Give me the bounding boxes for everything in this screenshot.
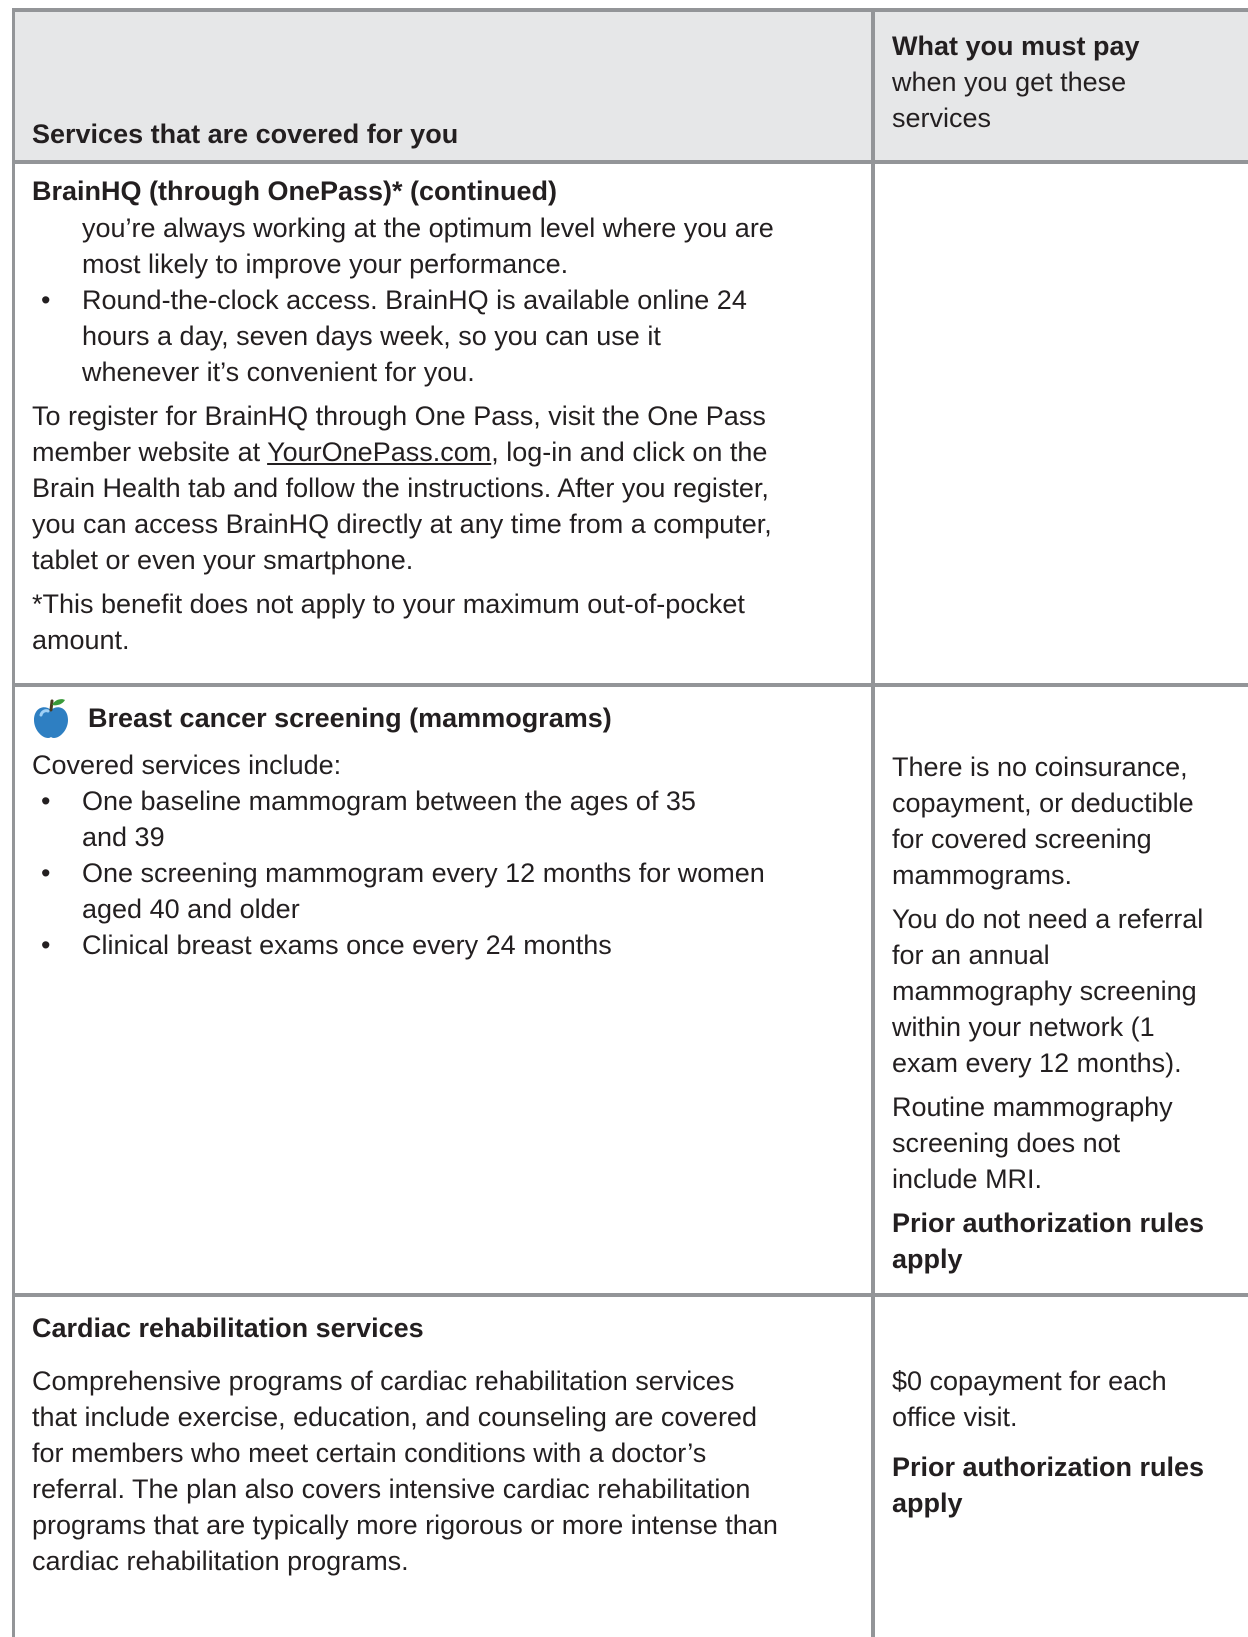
bullet-icon: • xyxy=(41,858,51,888)
cardiac-pay-paragraph: $0 copayment for each office visit. xyxy=(892,1363,1248,1435)
list-item: • One baseline mammogram between the age… xyxy=(32,783,859,855)
benefits-table: Services that are covered for you What y… xyxy=(12,8,1248,1637)
text-line: copayment, or deductible xyxy=(892,788,1194,818)
breast-pay-paragraph-3: Routine mammography screening does not i… xyxy=(892,1089,1248,1197)
header-right-cell: What you must pay when you get these ser… xyxy=(875,12,1248,160)
text-line: and 39 xyxy=(82,822,165,852)
onepass-link[interactable]: YourOnePass.com xyxy=(267,437,491,467)
cardiac-cell: Cardiac rehabilitation services Comprehe… xyxy=(15,1297,875,1637)
text-line: Prior authorization rules xyxy=(892,1208,1205,1238)
header-pay-line1: when you get these xyxy=(892,67,1127,97)
text-line: cardiac rehabilitation programs. xyxy=(32,1546,409,1576)
header-services-label: Services that are covered for you xyxy=(32,119,459,149)
text-line: Clinical breast exams once every 24 mont… xyxy=(82,930,612,960)
text-line: To register for BrainHQ through One Pass… xyxy=(32,401,766,431)
brainhq-continued-text: you’re always working at the optimum lev… xyxy=(32,210,859,282)
text-line: Comprehensive programs of cardiac rehabi… xyxy=(32,1366,735,1396)
text-line: within your network (1 xyxy=(892,1012,1155,1042)
text-line: you can access BrainHQ directly at any t… xyxy=(32,509,772,539)
text-line: you’re always working at the optimum lev… xyxy=(82,213,774,243)
text-line: Round-the-clock access. BrainHQ is avail… xyxy=(82,285,747,315)
text-line: office visit. xyxy=(892,1402,1018,1432)
text-line: Routine mammography xyxy=(892,1092,1173,1122)
apple-icon xyxy=(34,699,68,738)
breast-pay-paragraph-1: There is no coinsurance, copayment, or d… xyxy=(892,749,1248,893)
table-header: Services that are covered for you What y… xyxy=(15,12,1248,164)
header-pay-line2: services xyxy=(892,103,992,133)
text-line: for an annual xyxy=(892,940,1050,970)
text-span: , log-in and click on the xyxy=(491,437,768,467)
brainhq-row: BrainHQ (through OnePass)* (continued) y… xyxy=(15,164,1248,687)
header-left-cell: Services that are covered for you xyxy=(15,12,875,160)
text-line: for covered screening xyxy=(892,824,1152,854)
text-line: *This benefit does not apply to your max… xyxy=(32,589,745,619)
text-line: referral. The plan also covers intensive… xyxy=(32,1474,751,1504)
breast-intro: Covered services include: xyxy=(32,750,342,780)
text-line: for members who meet certain conditions … xyxy=(32,1438,707,1468)
cardiac-row: Cardiac rehabilitation services Comprehe… xyxy=(15,1297,1248,1637)
list-item: • One screening mammogram every 12 month… xyxy=(32,855,859,927)
text-line: One screening mammogram every 12 months … xyxy=(82,858,765,888)
breast-cell: Breast cancer screening (mammograms) Cov… xyxy=(15,687,875,1293)
text-line: $0 copayment for each xyxy=(892,1366,1167,1396)
text-line: One baseline mammogram between the ages … xyxy=(82,786,696,816)
brainhq-footnote: *This benefit does not apply to your max… xyxy=(32,586,859,658)
text-line: most likely to improve your performance. xyxy=(82,249,569,279)
cardiac-pay-cell: $0 copayment for each office visit. Prio… xyxy=(875,1297,1248,1637)
bullet-icon: • xyxy=(41,930,51,960)
brainhq-pay-cell xyxy=(875,164,1248,683)
text-line: programs that are typically more rigorou… xyxy=(32,1510,778,1540)
brainhq-cell: BrainHQ (through OnePass)* (continued) y… xyxy=(15,164,875,683)
breast-pay-paragraph-2: You do not need a referral for an annual… xyxy=(892,901,1248,1081)
breast-title-row: Breast cancer screening (mammograms) xyxy=(32,697,859,739)
text-line: You do not need a referral xyxy=(892,904,1204,934)
breast-title: Breast cancer screening (mammograms) xyxy=(88,703,612,733)
header-pay-bold: What you must pay xyxy=(892,31,1140,61)
list-item: • Clinical breast exams once every 24 mo… xyxy=(32,927,859,963)
text-line: There is no coinsurance, xyxy=(892,752,1188,782)
bullet-icon: • xyxy=(41,786,51,816)
breast-screening-row: Breast cancer screening (mammograms) Cov… xyxy=(15,687,1248,1297)
breast-prior-auth: Prior authorization rules apply xyxy=(892,1205,1248,1277)
brainhq-register-paragraph: To register for BrainHQ through One Pass… xyxy=(32,398,859,578)
text-line: screening does not xyxy=(892,1128,1121,1158)
brainhq-title: BrainHQ (through OnePass)* (continued) xyxy=(32,176,558,206)
text-line: amount. xyxy=(32,625,130,655)
text-line: that include exercise, education, and co… xyxy=(32,1402,757,1432)
text-line: apply xyxy=(892,1488,963,1518)
breast-pay-cell: There is no coinsurance, copayment, or d… xyxy=(875,687,1248,1293)
list-item: • Round-the-clock access. BrainHQ is ava… xyxy=(32,282,859,390)
text-line: tablet or even your smartphone. xyxy=(32,545,414,575)
breast-bullets: • One baseline mammogram between the age… xyxy=(32,783,859,963)
bullet-icon: • xyxy=(41,285,51,315)
cardiac-prior-auth: Prior authorization rules apply xyxy=(892,1449,1248,1521)
cardiac-title: Cardiac rehabilitation services xyxy=(32,1313,424,1343)
text-line: exam every 12 months). xyxy=(892,1048,1182,1078)
cardiac-body: Comprehensive programs of cardiac rehabi… xyxy=(32,1363,859,1579)
text-line: aged 40 and older xyxy=(82,894,300,924)
text-line: member website at YourOnePass.com, log-i… xyxy=(32,434,859,470)
text-line: mammography screening xyxy=(892,976,1197,1006)
text-line: whenever it’s convenient for you. xyxy=(82,357,475,387)
text-line: Prior authorization rules xyxy=(892,1452,1205,1482)
text-line: apply xyxy=(892,1244,963,1274)
text-line: Brain Health tab and follow the instruct… xyxy=(32,473,769,503)
text-line: include MRI. xyxy=(892,1164,1043,1194)
text-line: hours a day, seven days week, so you can… xyxy=(82,321,661,351)
text-line: mammograms. xyxy=(892,860,1073,890)
text-span: member website at xyxy=(32,437,268,467)
brainhq-bullets: • Round-the-clock access. BrainHQ is ava… xyxy=(32,282,859,390)
